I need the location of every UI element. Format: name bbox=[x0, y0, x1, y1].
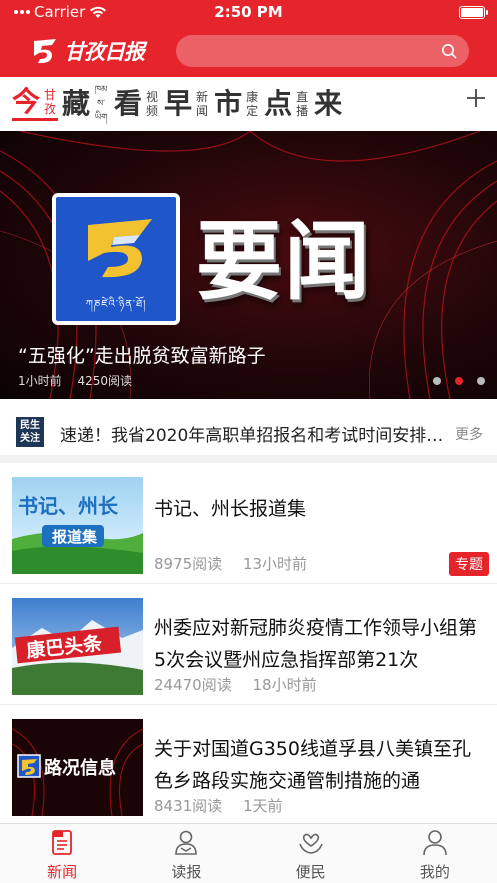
status-bar: Carrier 2:50 PM bbox=[0, 0, 497, 24]
banner-caption[interactable]: “五强化”走出脱贫致富新路子 bbox=[18, 341, 266, 368]
news-meta: 24470阅读 18小时前 bbox=[154, 674, 317, 695]
thumb-road-info: 路况信息 bbox=[12, 719, 143, 816]
tab-shi-kangding[interactable]: 市 康定 bbox=[214, 87, 260, 120]
channel-small: 甘孜 bbox=[44, 87, 57, 116]
search-icon[interactable] bbox=[441, 43, 457, 59]
add-channel-icon[interactable] bbox=[465, 87, 487, 109]
channel-big: 看 bbox=[114, 87, 143, 120]
channel-small: 新闻 bbox=[196, 90, 209, 118]
tab-service[interactable]: 便民 bbox=[249, 824, 373, 883]
notice-more-link[interactable]: 更多 bbox=[455, 424, 483, 444]
news-thumbnail: 路况信息 bbox=[12, 719, 143, 816]
search-bar[interactable] bbox=[176, 35, 469, 67]
banner-pager bbox=[433, 377, 485, 385]
channel-small: 视频 bbox=[146, 90, 159, 118]
banner-time: 1小时前 bbox=[18, 374, 62, 388]
news-icon bbox=[52, 830, 73, 855]
service-icon bbox=[298, 833, 323, 854]
thumb-kangba-headline: 康巴头条 bbox=[12, 598, 143, 695]
banner-meta: 1小时前 4250阅读 bbox=[18, 372, 132, 389]
app-header: Carrier 2:50 PM 甘孜日报 bbox=[0, 0, 497, 77]
channel-big: 早 bbox=[164, 87, 193, 120]
news-reads: 8431阅读 bbox=[154, 797, 223, 815]
tab-zao-news[interactable]: 早 新闻 bbox=[164, 87, 210, 120]
channel-big: 市 bbox=[214, 87, 243, 120]
channel-tabs: 今 甘孜 藏 ཁམས་ཡིག 看 视频 早 新闻 市 康定 点 直播 来 bbox=[0, 77, 497, 131]
tab-label: 便民 bbox=[295, 863, 326, 881]
tab-reader[interactable]: 读报 bbox=[124, 824, 248, 883]
news-title[interactable]: 关于对国道G350线道孚县八美镇至孔色乡路段实施交通管制措施的通 bbox=[154, 733, 481, 797]
news-reads: 8975阅读 bbox=[154, 555, 223, 573]
tab-jin-ganzi[interactable]: 今 甘孜 bbox=[12, 84, 59, 121]
news-time: 1天前 bbox=[242, 797, 283, 815]
special-topic-badge: 专题 bbox=[449, 552, 489, 576]
headline-banner[interactable]: ཀཎཛེའི་ཉིན་ཐོ། 要闻 “五强化”走出脱贫致富新路子 1小时前 42… bbox=[0, 131, 497, 399]
ganzi-emblem-icon bbox=[88, 219, 152, 278]
tab-kan-video[interactable]: 看 视频 bbox=[114, 87, 160, 120]
news-meta: 8431阅读 1天前 bbox=[154, 795, 283, 816]
app-logo[interactable]: 甘孜日报 bbox=[30, 34, 145, 68]
channel-small: ཁམས་ཡིག bbox=[94, 85, 108, 123]
ganzi-logo-icon bbox=[34, 39, 56, 64]
news-thumbnail: 康巴头条 bbox=[12, 598, 143, 695]
channel-big: 藏 bbox=[62, 87, 91, 120]
pager-dot[interactable] bbox=[477, 377, 485, 385]
news-time: 13小时前 bbox=[242, 555, 308, 573]
news-thumbnail: 书记、州长 报道集 bbox=[12, 477, 143, 574]
thumb-report-collection: 书记、州长 报道集 bbox=[12, 477, 143, 574]
battery-icon bbox=[459, 6, 488, 19]
channel-big: 来 bbox=[314, 87, 343, 120]
banner-logo: ཀཎཛེའི་ཉིན་ཐོ། bbox=[52, 193, 180, 325]
news-item[interactable]: 路况信息 关于对国道G350线道孚县八美镇至孔色乡路段实施交通管制措施的通 84… bbox=[0, 705, 497, 826]
banner-headword: 要闻 bbox=[196, 212, 372, 312]
channel-small: 直播 bbox=[296, 90, 309, 118]
banner-logo-caption: ཀཎཛེའི་ཉིན་ཐོ། bbox=[85, 299, 147, 310]
notice-text[interactable]: 速递！我省2020年高职单招报名和考试时间安排出炉 bbox=[60, 421, 445, 446]
news-item[interactable]: 书记、州长 报道集 书记、州长报道集 8975阅读 13小时前 专题 bbox=[0, 463, 497, 584]
news-item[interactable]: 康巴头条 州委应对新冠肺炎疫情工作领导小组第5次会议暨州应急指挥部第21次 24… bbox=[0, 584, 497, 705]
pager-dot-active[interactable] bbox=[455, 377, 463, 385]
tab-news[interactable]: 新闻 bbox=[0, 824, 124, 883]
tab-label: 我的 bbox=[419, 863, 450, 881]
news-meta: 8975阅读 13小时前 bbox=[154, 553, 307, 574]
news-list: 书记、州长 报道集 书记、州长报道集 8975阅读 13小时前 专题 康巴头条 … bbox=[0, 463, 497, 826]
channel-big: 点 bbox=[264, 87, 293, 120]
svg-text:路况信息: 路况信息 bbox=[44, 757, 116, 779]
tab-zang[interactable]: 藏 ཁམས་ཡིག bbox=[62, 83, 110, 125]
banner-reads: 4250阅读 bbox=[77, 374, 133, 388]
status-time: 2:50 PM bbox=[214, 3, 283, 21]
news-time: 18小时前 bbox=[252, 676, 317, 694]
logo-text: 甘孜日报 bbox=[64, 39, 145, 64]
tab-dian-live[interactable]: 点 直播 bbox=[264, 87, 310, 120]
news-reads: 24470阅读 bbox=[154, 676, 232, 694]
news-title[interactable]: 州委应对新冠肺炎疫情工作领导小组第5次会议暨州应急指挥部第21次 bbox=[154, 612, 481, 676]
news-title[interactable]: 书记、州长报道集 bbox=[154, 493, 481, 525]
tab-label: 新闻 bbox=[47, 863, 78, 881]
pager-dot[interactable] bbox=[433, 377, 441, 385]
reader-icon bbox=[175, 830, 198, 855]
tab-lai[interactable]: 来 bbox=[314, 90, 342, 118]
livelihood-notice[interactable]: 民生关注 速递！我省2020年高职单招报名和考试时间安排出炉 更多 bbox=[0, 399, 497, 463]
channel-big: 今 bbox=[12, 84, 41, 118]
notice-tag: 民生关注 bbox=[16, 417, 44, 447]
tab-profile[interactable]: 我的 bbox=[373, 824, 497, 883]
channel-small: 康定 bbox=[246, 90, 259, 118]
svg-text:书记、州长: 书记、州长 bbox=[18, 494, 119, 518]
tab-label: 读报 bbox=[171, 863, 202, 881]
bottom-tab-bar: 新闻 读报 便民 我的 bbox=[0, 823, 497, 883]
profile-icon bbox=[423, 830, 447, 856]
svg-text:报道集: 报道集 bbox=[52, 528, 98, 546]
